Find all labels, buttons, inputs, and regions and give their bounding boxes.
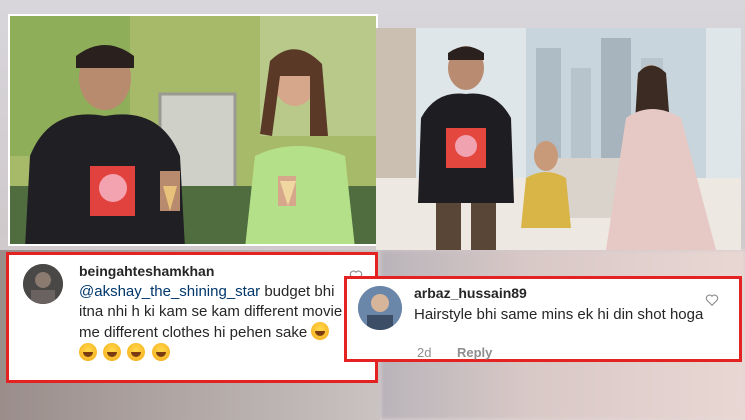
comment-username[interactable]: beingahteshamkhan xyxy=(79,263,214,279)
mention-link[interactable]: @akshay_the_shining_star xyxy=(79,283,260,300)
laughing-emoji-icon xyxy=(103,343,122,361)
comment-card-1: beingahteshamkhan @akshay_the_shining_st… xyxy=(6,252,378,383)
avatar-image xyxy=(358,286,402,330)
movie-still-right xyxy=(376,28,741,250)
comment-card-2: arbaz_hussain89 Hairstyle bhi same mins … xyxy=(344,276,742,362)
reply-button[interactable]: Reply xyxy=(457,345,492,360)
laughing-emoji-icon xyxy=(127,343,146,361)
movie-still-right-art xyxy=(376,28,741,250)
avatar[interactable] xyxy=(23,264,63,304)
movie-still-left-art xyxy=(10,16,376,244)
comment-text: Hairstyle bhi same mins ek hi din shot h… xyxy=(414,306,704,323)
comment-username[interactable]: arbaz_hussain89 xyxy=(414,285,527,301)
avatar[interactable] xyxy=(358,286,402,330)
movie-still-left xyxy=(8,14,378,246)
laughing-emoji-icon xyxy=(151,343,170,361)
avatar-image xyxy=(23,264,63,304)
laughing-emoji-icon xyxy=(79,343,97,361)
comment-timestamp: 2d xyxy=(417,345,432,360)
comment-body: @akshay_the_shining_star budget bhi itna… xyxy=(79,282,349,364)
laughing-emoji-icon xyxy=(311,322,330,340)
